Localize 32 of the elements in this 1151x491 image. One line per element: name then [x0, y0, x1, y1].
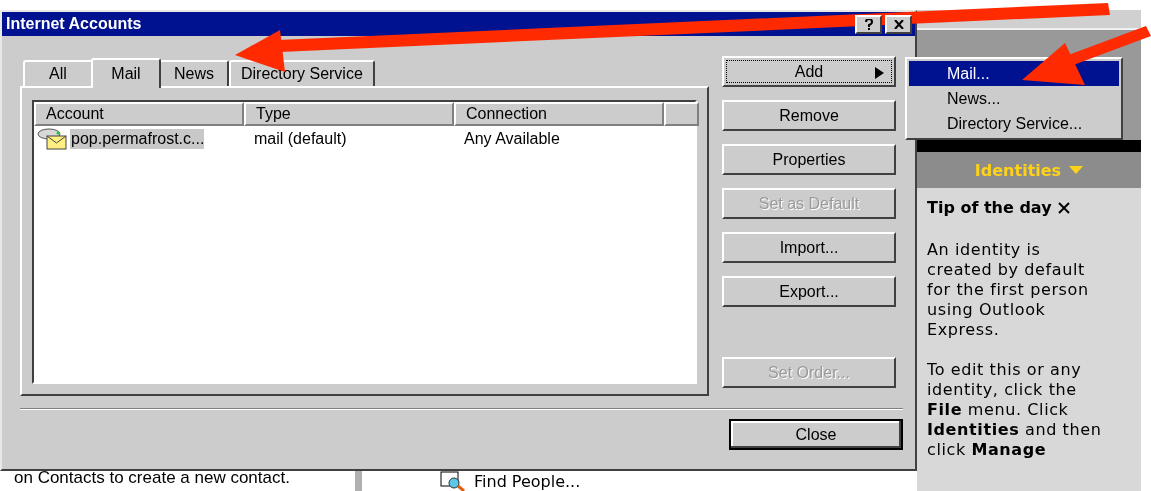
menu-item[interactable]: Directory Service...: [909, 111, 1119, 136]
tab[interactable]: News: [159, 60, 229, 86]
action-button[interactable]: Import...: [722, 232, 896, 263]
menu-item[interactable]: News...: [909, 86, 1119, 111]
column-header[interactable]: Account: [34, 102, 244, 126]
add-menu-button[interactable]: Add: [722, 56, 896, 87]
tip-paragraph: To edit this or any identity, click the File menu. Click Identities and then click Manage: [927, 360, 1103, 460]
close-icon[interactable]: [1057, 202, 1070, 214]
action-button[interactable]: Remove: [722, 100, 896, 131]
tab[interactable]: All: [23, 60, 93, 86]
column-header[interactable]: Connection: [454, 102, 664, 126]
action-button[interactable]: Properties: [722, 144, 896, 175]
contacts-hint-text: on Contacts to create a new contact.: [13, 469, 291, 489]
table-cell-text: mail (default): [253, 130, 348, 148]
tip-title: Tip of the day: [927, 198, 1052, 218]
tab[interactable]: Mail: [91, 58, 161, 88]
close-dialog-button[interactable]: Close: [729, 419, 903, 450]
dropdown-caret-icon: [1069, 166, 1084, 174]
table-cell-text: Any Available: [463, 130, 561, 148]
column-header[interactable]: Type: [244, 102, 454, 126]
column-header[interactable]: [664, 102, 699, 126]
find-people-link[interactable]: Find People...: [474, 472, 581, 491]
tip-paragraph: An identity is created by default for the first person using Outlook Express.: [927, 240, 1090, 340]
close-icon: [893, 19, 904, 29]
submenu-arrow-icon: [875, 67, 884, 79]
mail-account-icon: [36, 128, 68, 150]
scrollbar: [355, 471, 362, 491]
tab[interactable]: Directory Service: [229, 60, 375, 86]
account-name[interactable]: pop.permafrost.c...: [70, 129, 205, 149]
window-title: Internet Accounts: [6, 15, 142, 33]
action-button[interactable]: Export...: [722, 276, 896, 307]
help-icon: [864, 18, 873, 30]
